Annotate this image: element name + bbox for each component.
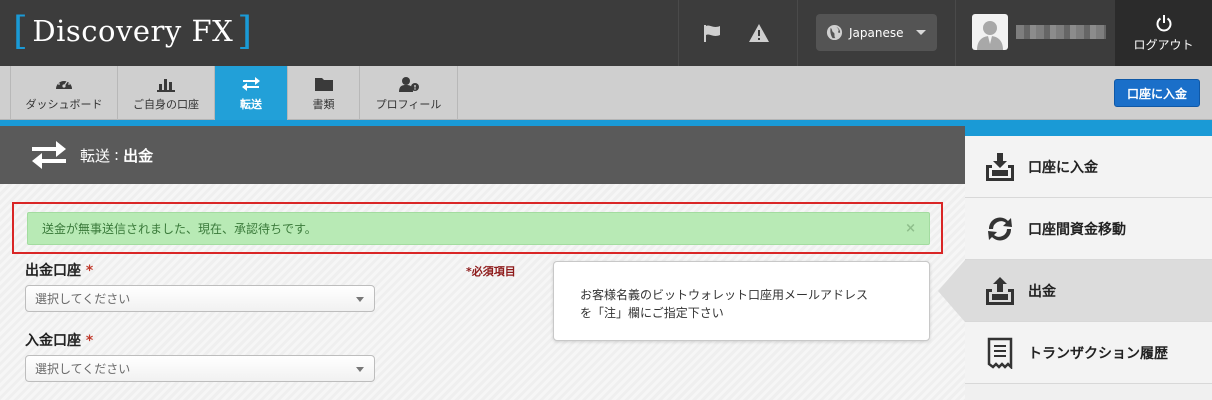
logout-label: ログアウト xyxy=(1133,37,1194,52)
main-content: 送金が無事送信されました、現在、承認待ちです。 × 出金口座 * *必須項目 選… xyxy=(0,184,965,400)
header-divider xyxy=(955,0,956,66)
deposit-tray-icon xyxy=(986,152,1014,181)
side-nav-internal-transfer[interactable]: 口座間資金移動 xyxy=(965,198,1212,260)
tab-transfer[interactable]: 転送 xyxy=(215,66,288,129)
to-account-label-text: 入金口座 xyxy=(25,333,81,349)
alert-message: 送金が無事送信されました、現在、承認待ちです。 xyxy=(42,222,317,236)
side-nav-label: 口座に入金 xyxy=(1028,159,1098,176)
language-selector[interactable]: Japanese xyxy=(816,14,937,51)
tab-label: プロフィール xyxy=(375,98,442,111)
page-title: 出金 xyxy=(123,146,154,165)
dashboard-icon xyxy=(56,80,72,89)
chevron-down-icon xyxy=(916,30,926,35)
tab-label: 転送 xyxy=(240,98,262,111)
tab-label: ご自身の口座 xyxy=(133,98,199,111)
bar-chart-icon xyxy=(157,79,175,92)
to-account-select[interactable]: 選択してください xyxy=(25,355,375,382)
logo[interactable]: [ Discovery FX ] xyxy=(13,10,253,52)
select-placeholder: 選択してください xyxy=(35,292,131,306)
tab-documents[interactable]: 書類 xyxy=(288,66,360,120)
logo-text: Discovery FX xyxy=(32,14,234,48)
required-mark: * xyxy=(85,333,94,349)
tab-dashboard[interactable]: ダッシュボード xyxy=(10,66,118,120)
chevron-down-icon xyxy=(356,297,364,302)
side-nav-label: トランザクション履歴 xyxy=(1028,345,1168,362)
main-nav: ダッシュボード ご自身の口座 転送 書類 プロフィール 口座に入金 xyxy=(0,66,1212,129)
profile-icon xyxy=(398,77,419,92)
header-divider xyxy=(678,0,679,66)
avatar[interactable] xyxy=(972,14,1008,50)
transfer-icon xyxy=(242,77,260,91)
side-nav-transaction-history[interactable]: トランザクション履歴 xyxy=(965,322,1212,384)
chevron-down-icon xyxy=(356,367,364,372)
language-label: Japanese xyxy=(849,25,904,40)
tab-accounts[interactable]: ご自身の口座 xyxy=(118,66,215,120)
to-account-label: 入金口座 * xyxy=(25,330,93,350)
tooltip-line: を「注」欄にご指定下さい xyxy=(580,306,724,320)
from-account-label: 出金口座 * xyxy=(25,260,93,280)
from-account-select[interactable]: 選択してください xyxy=(25,285,375,312)
tooltip-line: お客様名義のビットウォレット口座用メールアドレス xyxy=(580,288,869,302)
side-nav-label: 出金 xyxy=(1028,283,1056,300)
logout-button[interactable]: ログアウト xyxy=(1115,0,1212,66)
info-tooltip: お客様名義のビットウォレット口座用メールアドレス を「注」欄にご指定下さい xyxy=(553,261,930,341)
logo-bracket-left: [ xyxy=(13,9,29,53)
alert-highlight: 送金が無事送信されました、現在、承認待ちです。 × xyxy=(12,202,943,254)
power-icon xyxy=(1156,14,1171,31)
tab-label: 書類 xyxy=(312,98,335,111)
select-placeholder: 選択してください xyxy=(35,362,131,376)
side-nav: 口座に入金 口座間資金移動 出金 トランザクション履歴 xyxy=(938,126,1212,400)
logo-bracket-right: ] xyxy=(237,9,253,53)
sync-arrows-icon xyxy=(988,217,1012,240)
flag-icon[interactable] xyxy=(701,22,723,44)
top-header: [ Discovery FX ] Japanese ログアウト xyxy=(0,0,1212,66)
withdraw-tray-icon xyxy=(986,276,1014,305)
deposit-button[interactable]: 口座に入金 xyxy=(1114,79,1200,107)
page-title-bar: 転送 : 出金 xyxy=(0,126,965,184)
from-account-label-text: 出金口座 xyxy=(25,263,81,279)
folder-icon xyxy=(314,78,333,91)
tab-profile[interactable]: プロフィール xyxy=(360,66,458,120)
success-alert: 送金が無事送信されました、現在、承認待ちです。 × xyxy=(27,212,930,245)
side-nav-strip xyxy=(965,126,1212,136)
required-mark: * xyxy=(85,263,94,279)
required-note: *必須項目 xyxy=(466,265,516,278)
side-nav-label: 口座間資金移動 xyxy=(1028,221,1126,238)
header-divider xyxy=(797,0,798,66)
user-avatar-icon xyxy=(977,21,1003,50)
warning-icon[interactable] xyxy=(748,22,770,44)
page-title-separator: : xyxy=(114,146,120,164)
tab-label: ダッシュボード xyxy=(25,98,103,111)
transfer-icon xyxy=(32,141,66,169)
user-name-redacted xyxy=(1016,25,1106,39)
page-title-section: 転送 xyxy=(80,146,111,165)
close-icon[interactable]: × xyxy=(905,221,916,236)
side-nav-withdraw[interactable]: 出金 xyxy=(938,260,1212,322)
globe-icon xyxy=(826,24,843,41)
receipt-icon xyxy=(987,337,1013,369)
side-nav-deposit[interactable]: 口座に入金 xyxy=(965,136,1212,198)
